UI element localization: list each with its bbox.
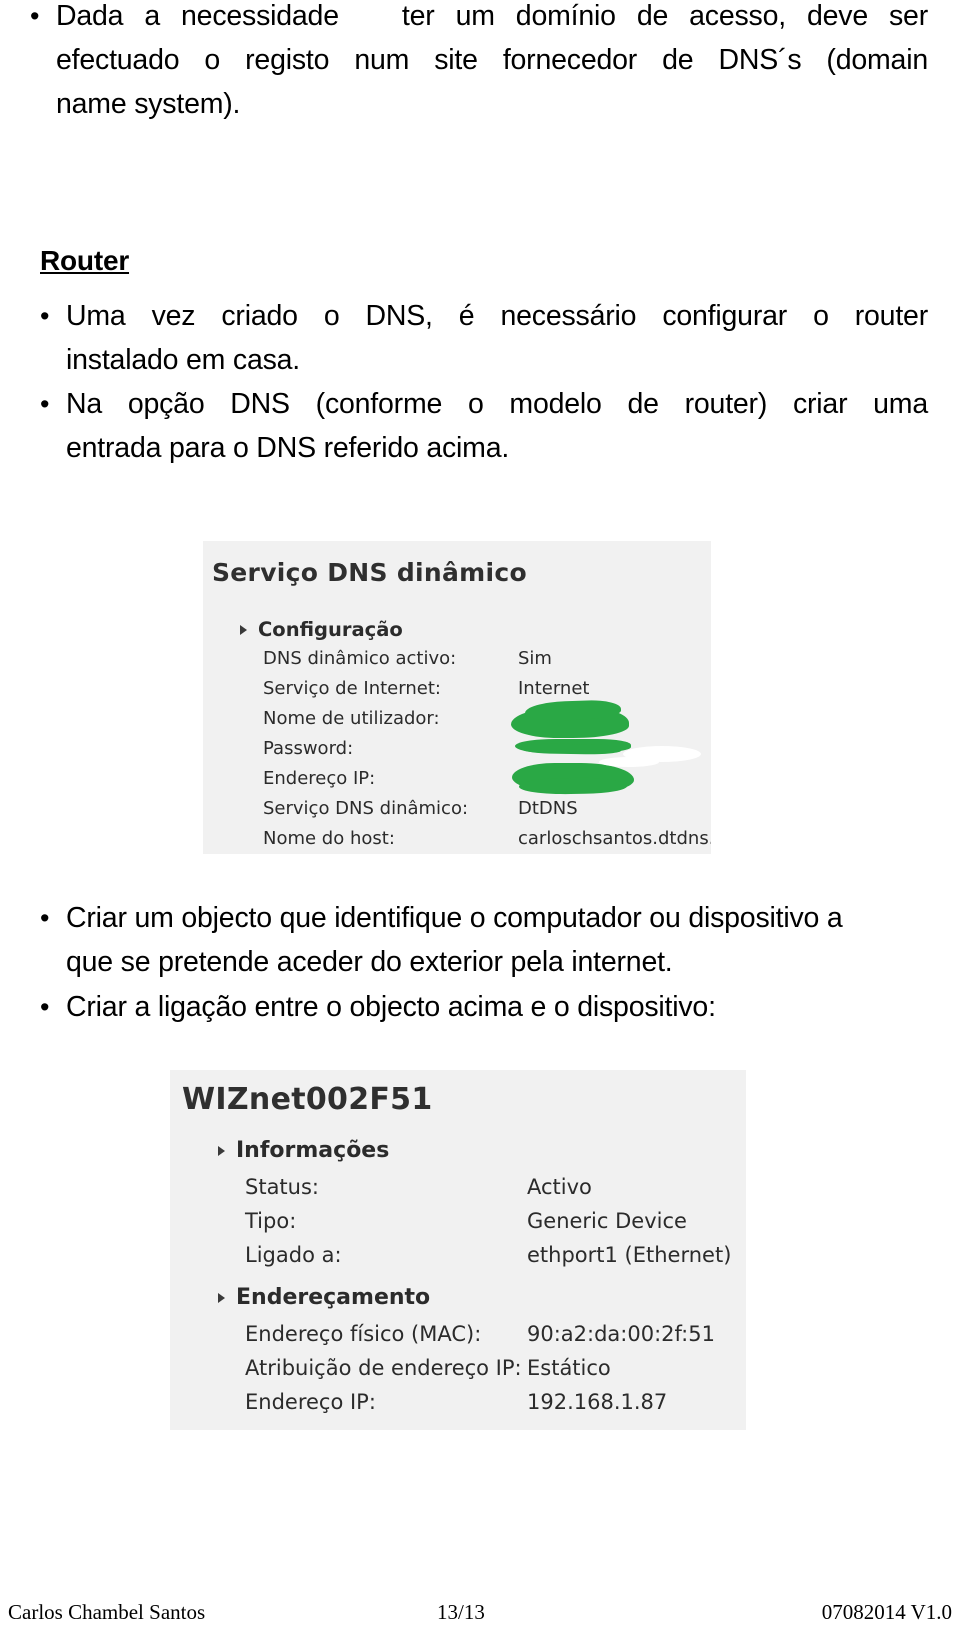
dns-row-value: Sim <box>518 648 552 669</box>
bullet-marker-icon: • <box>30 1 40 31</box>
bullet-item: • Na opção DNS (conforme o modelo de rou… <box>40 382 928 470</box>
dns-row-label: Endereço IP: <box>263 768 376 789</box>
bullet-line: Criar um objecto que identifique o compu… <box>66 902 843 934</box>
device-panel-title: WIZnet002F51 <box>182 1082 433 1117</box>
dns-row-password: Password: <box>263 738 518 759</box>
dns-row-label: Serviço de Internet: <box>263 678 441 699</box>
device-row-value: Generic Device <box>527 1209 687 1233</box>
bullet-item: • Dada a necessidade ter um domínio de a… <box>30 0 928 126</box>
bullet-text: Na opção DNS (conforme o modelo de route… <box>66 382 928 470</box>
dns-row-service: Serviço DNS dinâmico: DtDNS <box>263 798 578 819</box>
device-row-value: Estático <box>527 1356 611 1380</box>
bullet-line: Dada a necessidade ter um domínio de ace… <box>56 0 928 32</box>
bullet-marker-icon: • <box>40 903 50 933</box>
dns-row-label: DNS dinâmico activo: <box>263 648 457 669</box>
device-row-label: Ligado a: <box>245 1243 342 1267</box>
dns-row-value: Internet <box>518 678 590 699</box>
section-heading-router: Router <box>40 245 130 276</box>
redaction-gap-highlight-2 <box>599 757 659 767</box>
bullet-text: Uma vez criado o DNS, é necessário confi… <box>66 294 928 382</box>
dns-row-label: Nome do host: <box>263 828 395 849</box>
dns-row-value: DtDNS <box>518 798 578 819</box>
dns-row-ip-address: Endereço IP: <box>263 768 518 789</box>
footer-page-number: 13/13 <box>437 1600 485 1624</box>
bullet-line: que se pretende aceder do exterior pela … <box>66 946 673 978</box>
device-row-label: Atribuição de endereço IP: <box>245 1356 522 1380</box>
bullet-item: • Criar um objecto que identifique o com… <box>40 896 928 984</box>
dns-row-value: carloschsantos.dtdns.net <box>518 828 711 849</box>
device-row-value: 192.168.1.87 <box>527 1390 668 1414</box>
device-row-ip-address: Endereço IP: 192.168.1.87 <box>245 1390 667 1414</box>
bullet-line: Uma vez criado o DNS, é necessário confi… <box>66 300 928 332</box>
expand-triangle-icon <box>240 624 247 635</box>
bullet-line: Criar a ligação entre o objecto acima e … <box>66 991 716 1023</box>
bullet-text: Dada a necessidade ter um domínio de ace… <box>56 0 928 126</box>
footer-author: Carlos Chambel Santos <box>8 1600 206 1624</box>
device-row-connected-to: Ligado a: ethport1 (Ethernet) <box>245 1243 731 1267</box>
device-group-label: Endereçamento <box>236 1285 431 1310</box>
device-info-screenshot: WIZnet002F51 Informações Status: Activo … <box>170 1070 746 1430</box>
bullet-text: Criar a ligação entre o objecto acima e … <box>66 985 928 1029</box>
dns-panel-title: Serviço DNS dinâmico <box>212 558 527 587</box>
bullet-item: • Uma vez criado o DNS, é necessário con… <box>40 294 928 382</box>
expand-triangle-icon <box>218 1292 225 1303</box>
dns-row-label: Password: <box>263 738 354 759</box>
expand-triangle-icon <box>218 1145 225 1156</box>
bullet-line: entrada para o DNS referido acima. <box>66 432 510 464</box>
device-row-value: Activo <box>527 1175 592 1199</box>
bullet-marker-icon: • <box>40 389 50 419</box>
dns-row-label: Nome de utilizador: <box>263 708 440 729</box>
device-row-status: Status: Activo <box>245 1175 592 1199</box>
device-row-value: ethport1 (Ethernet) <box>527 1243 732 1267</box>
dns-row-username: Nome de utilizador: <box>263 708 518 729</box>
device-group-informacoes[interactable]: Informações <box>218 1138 389 1163</box>
dns-row-active: DNS dinâmico activo: Sim <box>263 648 552 669</box>
redaction-mark-ip-2 <box>518 777 628 795</box>
bullet-line: Na opção DNS (conforme o modelo de route… <box>66 388 928 420</box>
bullet-line: efectuado o registo num site fornecedor … <box>56 44 928 76</box>
bullet-line: instalado em casa. <box>66 344 301 376</box>
dns-row-hostname: Nome do host: carloschsantos.dtdns.net <box>263 828 711 849</box>
device-row-label: Status: <box>245 1175 319 1199</box>
footer-version: 07082014 V1.0 <box>821 1600 952 1624</box>
device-row-type: Tipo: Generic Device <box>245 1209 687 1233</box>
bullet-marker-icon: • <box>40 301 50 331</box>
bullet-marker-icon: • <box>40 992 50 1022</box>
bullet-text: Criar um objecto que identifique o compu… <box>66 896 928 984</box>
bullet-line: name system). <box>56 88 241 120</box>
device-row-label: Endereço IP: <box>245 1390 376 1414</box>
dns-service-screenshot: Serviço DNS dinâmico Configuração DNS di… <box>203 541 711 854</box>
redaction-mark-password-2 <box>520 743 622 755</box>
dns-row-label: Serviço DNS dinâmico: <box>263 798 469 819</box>
dns-row-internet-service: Serviço de Internet: Internet <box>263 678 589 699</box>
device-row-ip-assignment: Atribuição de endereço IP: Estático <box>245 1356 611 1380</box>
device-group-enderecamento[interactable]: Endereçamento <box>218 1285 430 1310</box>
dns-config-group-label: Configuração <box>258 618 403 641</box>
device-group-label: Informações <box>236 1138 390 1163</box>
dns-config-group[interactable]: Configuração <box>240 618 403 641</box>
device-row-label: Endereço físico (MAC): <box>245 1322 482 1346</box>
device-row-mac: Endereço físico (MAC): 90:a2:da:00:2f:51 <box>245 1322 715 1346</box>
device-row-value: 90:a2:da:00:2f:51 <box>527 1322 715 1346</box>
device-row-label: Tipo: <box>245 1209 297 1233</box>
bullet-item: • Criar a ligação entre o objecto acima … <box>40 985 928 1029</box>
